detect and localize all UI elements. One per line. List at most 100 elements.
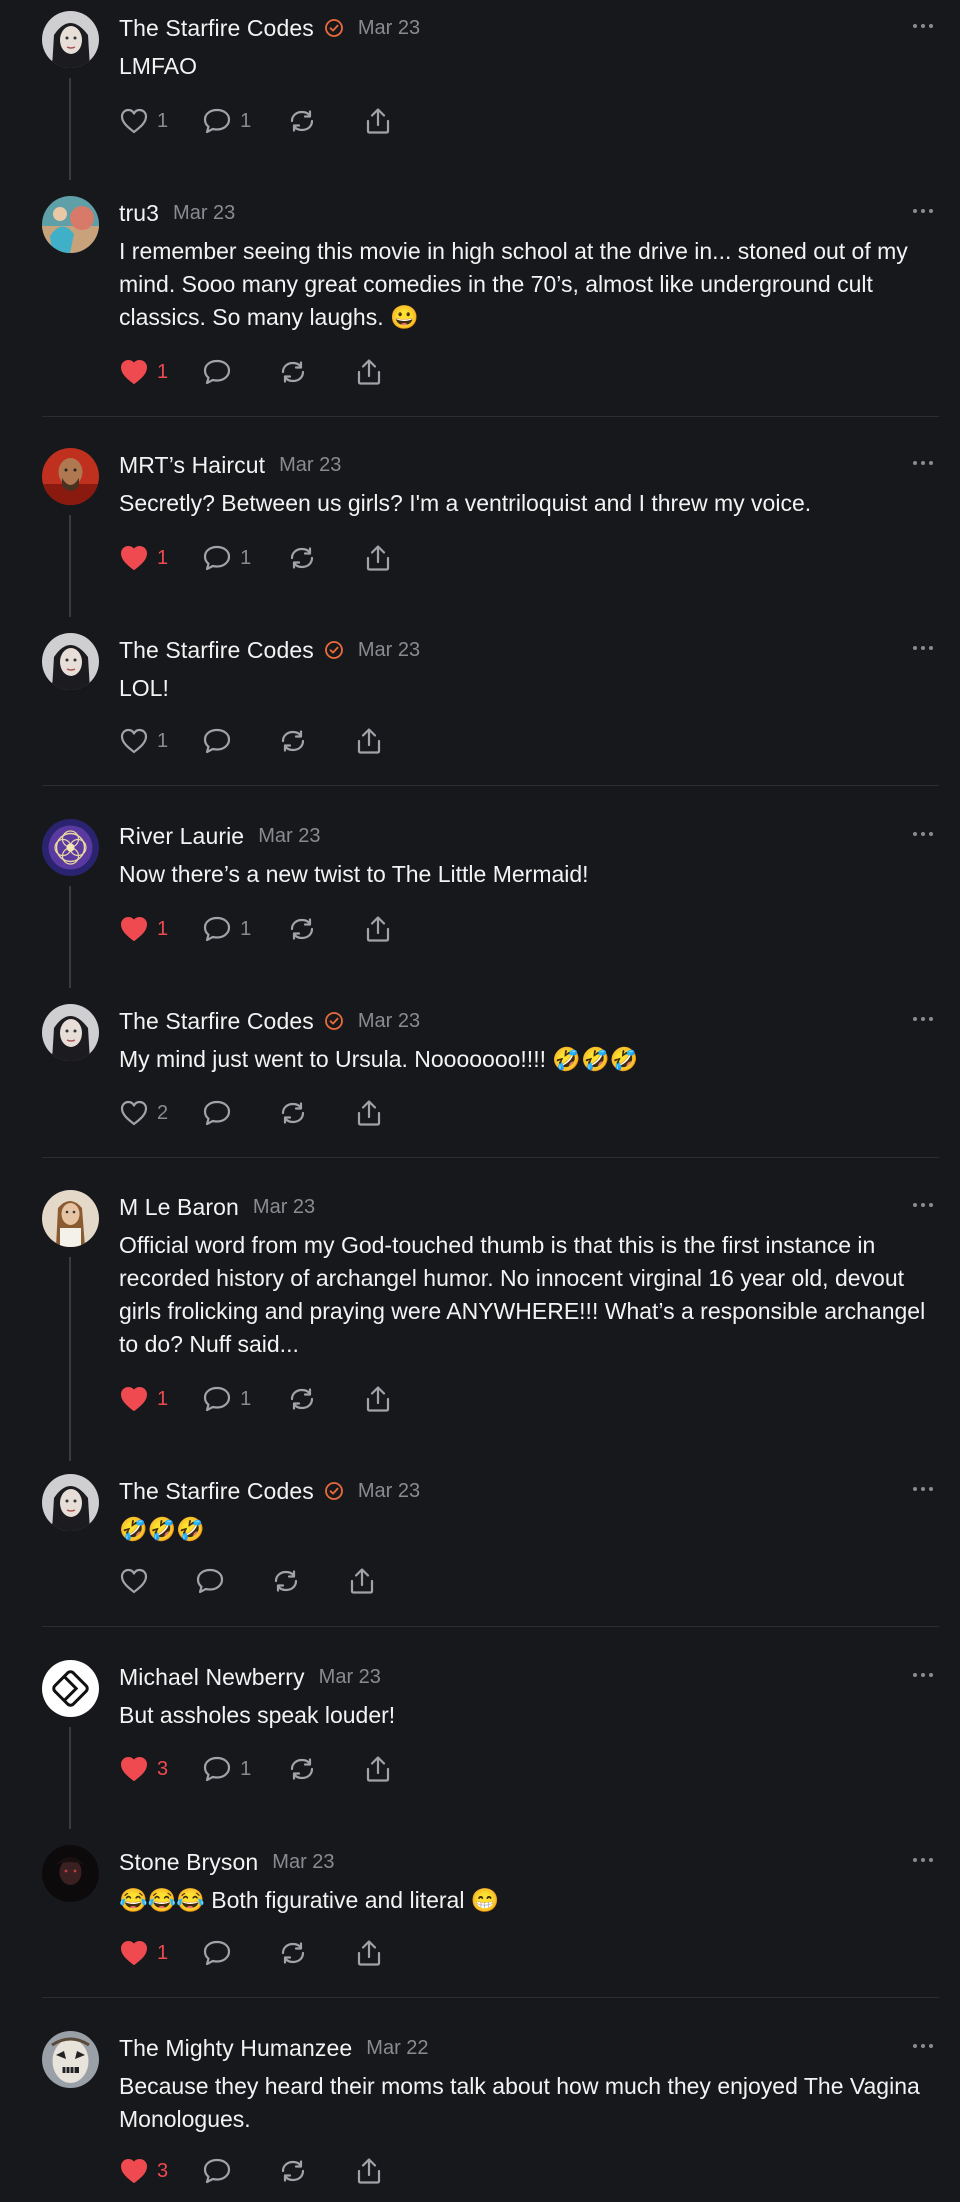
post-text: 🤣🤣🤣	[119, 1516, 205, 1542]
like-button[interactable]: 1	[119, 724, 168, 758]
share-button[interactable]	[363, 912, 393, 946]
author-name[interactable]: Stone Bryson	[119, 1849, 258, 1876]
avatar[interactable]	[42, 11, 99, 68]
reply-button[interactable]: 1	[202, 1752, 251, 1786]
thread-line	[69, 886, 71, 988]
share-button[interactable]	[354, 1096, 384, 1130]
repost-button[interactable]	[287, 104, 317, 138]
avatar[interactable]	[42, 2031, 99, 2088]
avatar[interactable]	[42, 1190, 99, 1247]
like-button[interactable]: 1	[119, 912, 168, 946]
like-button[interactable]	[119, 1564, 149, 1598]
post-header: The Starfire Codes Mar 23	[119, 635, 420, 665]
repost-button[interactable]	[278, 1096, 308, 1130]
repost-button[interactable]	[278, 1936, 308, 1970]
share-button[interactable]	[347, 1564, 377, 1598]
repost-button[interactable]	[287, 912, 317, 946]
author-name[interactable]: The Starfire Codes	[119, 1478, 314, 1505]
share-button[interactable]	[363, 1752, 393, 1786]
share-button[interactable]	[354, 355, 384, 389]
reply-button[interactable]	[202, 1096, 232, 1130]
like-button[interactable]: 3	[119, 2154, 168, 2188]
more-options-icon[interactable]	[910, 638, 936, 658]
avatar[interactable]	[42, 196, 99, 253]
avatar[interactable]	[42, 448, 99, 505]
like-button[interactable]: 2	[119, 1096, 168, 1130]
repost-button[interactable]	[287, 541, 317, 575]
more-options-icon[interactable]	[910, 16, 936, 36]
like-button[interactable]: 1	[119, 1382, 168, 1416]
like-button[interactable]: 1	[119, 355, 168, 389]
share-button[interactable]	[354, 724, 384, 758]
reply-button[interactable]	[202, 724, 232, 758]
repost-button[interactable]	[271, 1564, 301, 1598]
author-name[interactable]: The Starfire Codes	[119, 1008, 314, 1035]
share-button[interactable]	[363, 1382, 393, 1416]
thread-line	[69, 515, 71, 617]
heart-outline-icon	[119, 1567, 149, 1595]
share-button[interactable]	[354, 1936, 384, 1970]
avatar[interactable]	[42, 1004, 99, 1061]
reply-button[interactable]	[202, 2154, 232, 2188]
thread-line	[69, 1727, 71, 1829]
more-options-icon[interactable]	[910, 1195, 936, 1215]
more-options-icon[interactable]	[910, 1009, 936, 1029]
reply-button[interactable]	[202, 1936, 232, 1970]
post-text: My mind just went to Ursula. Nooooooo!!!…	[119, 1046, 639, 1072]
repost-icon	[287, 544, 317, 572]
action-bar	[119, 1564, 377, 1598]
more-options-icon[interactable]	[910, 2036, 936, 2056]
author-name[interactable]: The Starfire Codes	[119, 15, 314, 42]
author-name[interactable]: The Mighty Humanzee	[119, 2035, 352, 2062]
more-options-icon[interactable]	[910, 201, 936, 221]
comment-icon	[202, 1099, 232, 1127]
repost-button[interactable]	[278, 2154, 308, 2188]
repost-icon	[278, 358, 308, 386]
share-button[interactable]	[363, 541, 393, 575]
repost-button[interactable]	[287, 1382, 317, 1416]
like-button[interactable]: 1	[119, 104, 168, 138]
avatar[interactable]	[42, 1845, 99, 1902]
more-options-icon[interactable]	[910, 1479, 936, 1499]
author-name[interactable]: M Le Baron	[119, 1194, 239, 1221]
reply-button[interactable]: 1	[202, 541, 251, 575]
post-text: Secretly? Between us girls? I'm a ventri…	[119, 490, 812, 516]
avatar[interactable]	[42, 1660, 99, 1717]
like-button[interactable]: 1	[119, 1936, 168, 1970]
post-date: Mar 23	[357, 638, 421, 661]
avatar[interactable]	[42, 633, 99, 690]
reply-count: 1	[240, 1757, 252, 1780]
heart-filled-icon	[119, 1755, 149, 1783]
share-button[interactable]	[354, 2154, 384, 2188]
author-name[interactable]: tru3	[119, 200, 159, 227]
like-button[interactable]: 1	[119, 541, 168, 575]
repost-button[interactable]	[278, 355, 308, 389]
reply-button[interactable]	[195, 1564, 225, 1598]
share-icon	[347, 1566, 377, 1596]
reply-button[interactable]: 1	[202, 104, 251, 138]
more-options-icon[interactable]	[910, 824, 936, 844]
reply-button[interactable]: 1	[202, 1382, 251, 1416]
more-options-icon[interactable]	[910, 453, 936, 473]
comment-icon	[202, 1385, 232, 1413]
avatar[interactable]	[42, 1474, 99, 1531]
author-name[interactable]: Michael Newberry	[119, 1664, 305, 1691]
post-date: Mar 23	[252, 1195, 316, 1218]
post-header: The Starfire Codes Mar 23	[119, 13, 420, 43]
author-name[interactable]: MRT’s Haircut	[119, 452, 265, 479]
repost-button[interactable]	[278, 724, 308, 758]
more-options-icon[interactable]	[910, 1850, 936, 1870]
author-name[interactable]: River Laurie	[119, 823, 244, 850]
reply-button[interactable]	[202, 355, 232, 389]
avatar[interactable]	[42, 819, 99, 876]
post-header: The Mighty Humanzee Mar 22	[119, 2033, 429, 2063]
repost-button[interactable]	[287, 1752, 317, 1786]
divider	[42, 1157, 939, 1158]
author-name[interactable]: The Starfire Codes	[119, 637, 314, 664]
reply-button[interactable]: 1	[202, 912, 251, 946]
share-icon	[363, 1754, 393, 1784]
more-options-icon[interactable]	[910, 1665, 936, 1685]
post-text: Now there’s a new twist to The Little Me…	[119, 861, 589, 887]
share-button[interactable]	[363, 104, 393, 138]
like-button[interactable]: 3	[119, 1752, 168, 1786]
